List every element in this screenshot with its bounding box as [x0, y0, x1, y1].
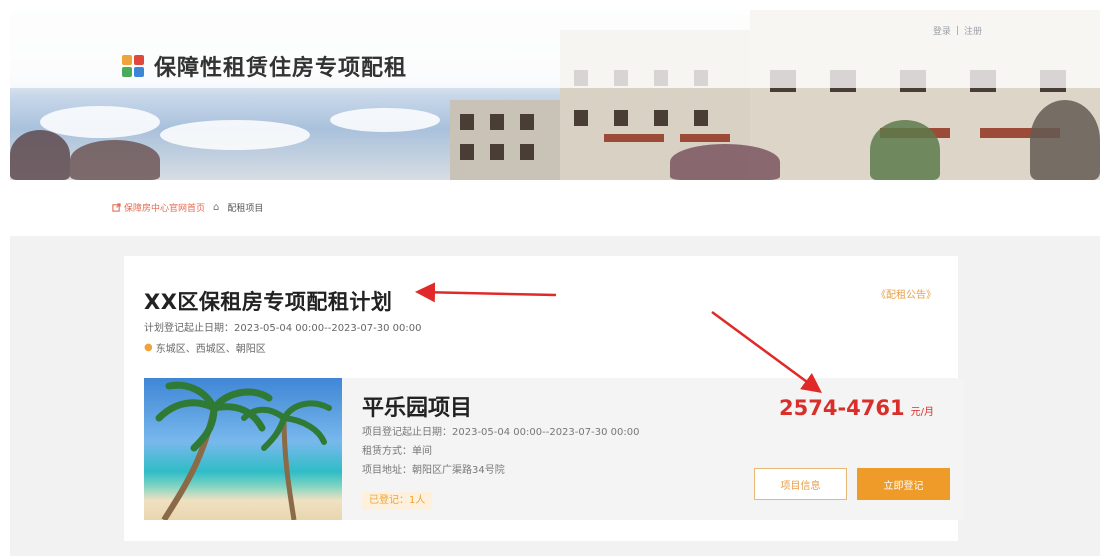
- tree-decoration: [1030, 100, 1100, 180]
- project-info-button[interactable]: 项目信息: [754, 468, 847, 500]
- plan-card: XX区保租房专项配租计划 《配租公告》 计划登记起止日期：2023-05-04 …: [124, 256, 964, 541]
- price: 2574-4761 元/月: [779, 396, 934, 420]
- header-banner: 登录 | 注册 保障性租赁住房专项配租: [10, 10, 1100, 180]
- map-pin-icon: ●: [144, 342, 153, 353]
- project-address: 项目地址：朝阳区广渠路34号院: [362, 465, 505, 476]
- external-link-icon: [112, 203, 121, 212]
- price-value: 2574-4761: [779, 396, 905, 420]
- auth-divider: |: [955, 25, 959, 36]
- price-unit: 元/月: [910, 407, 934, 418]
- four-square-logo-icon: [122, 55, 144, 77]
- site-title: 保障性租赁住房专项配租: [154, 56, 408, 81]
- palm-beach-illustration: [155, 381, 332, 520]
- login-link[interactable]: 登录: [933, 24, 951, 37]
- register-now-button[interactable]: 立即登记: [857, 468, 950, 500]
- plan-title: XX区保租房专项配租计划: [144, 290, 393, 314]
- project-photo: [144, 378, 342, 520]
- breadcrumb-current: 配租项目: [227, 204, 264, 214]
- register-link[interactable]: 注册: [964, 24, 982, 37]
- registered-count-badge: 已登记：1人: [362, 492, 433, 510]
- plan-areas-text: 东城区、西城区、朝阳区: [155, 344, 266, 355]
- tree-decoration: [670, 144, 780, 180]
- cloud-decoration: [330, 108, 440, 132]
- breadcrumb: 保障房中心官网首页 ⌂ 配租项目: [112, 201, 263, 214]
- breadcrumb-home-site-label: 保障房中心官网首页: [124, 204, 206, 214]
- project-rental-method: 租赁方式：单间: [362, 446, 432, 457]
- cloud-decoration: [160, 120, 310, 150]
- tree-decoration: [870, 120, 940, 180]
- tree-decoration: [10, 130, 70, 180]
- page: 登录 | 注册 保障性租赁住房专项配租 保障房中心官网首页 ⌂ 配租项目 XX区…: [0, 0, 1106, 556]
- plan-dates: 计划登记起止日期：2023-05-04 00:00--2023-07-30 00…: [144, 323, 422, 334]
- breadcrumb-home-site-link[interactable]: 保障房中心官网首页: [112, 201, 205, 214]
- project-name: 平乐园项目: [362, 396, 473, 421]
- plan-areas: ● 东城区、西城区、朝阳区: [144, 340, 266, 355]
- notice-link[interactable]: 《配租公告》: [876, 286, 936, 301]
- project-registration-dates: 项目登记起止日期：2023-05-04 00:00--2023-07-30 00…: [362, 427, 640, 438]
- project-item[interactable]: 平乐园项目 项目登记起止日期：2023-05-04 00:00--2023-07…: [144, 378, 964, 520]
- auth-links: 登录 | 注册: [933, 24, 982, 38]
- cloud-decoration: [40, 106, 160, 138]
- site-logo[interactable]: 保障性租赁住房专项配租: [122, 50, 407, 82]
- house-icon[interactable]: ⌂: [213, 202, 219, 213]
- tree-decoration: [70, 140, 160, 180]
- building-decoration: [450, 100, 560, 180]
